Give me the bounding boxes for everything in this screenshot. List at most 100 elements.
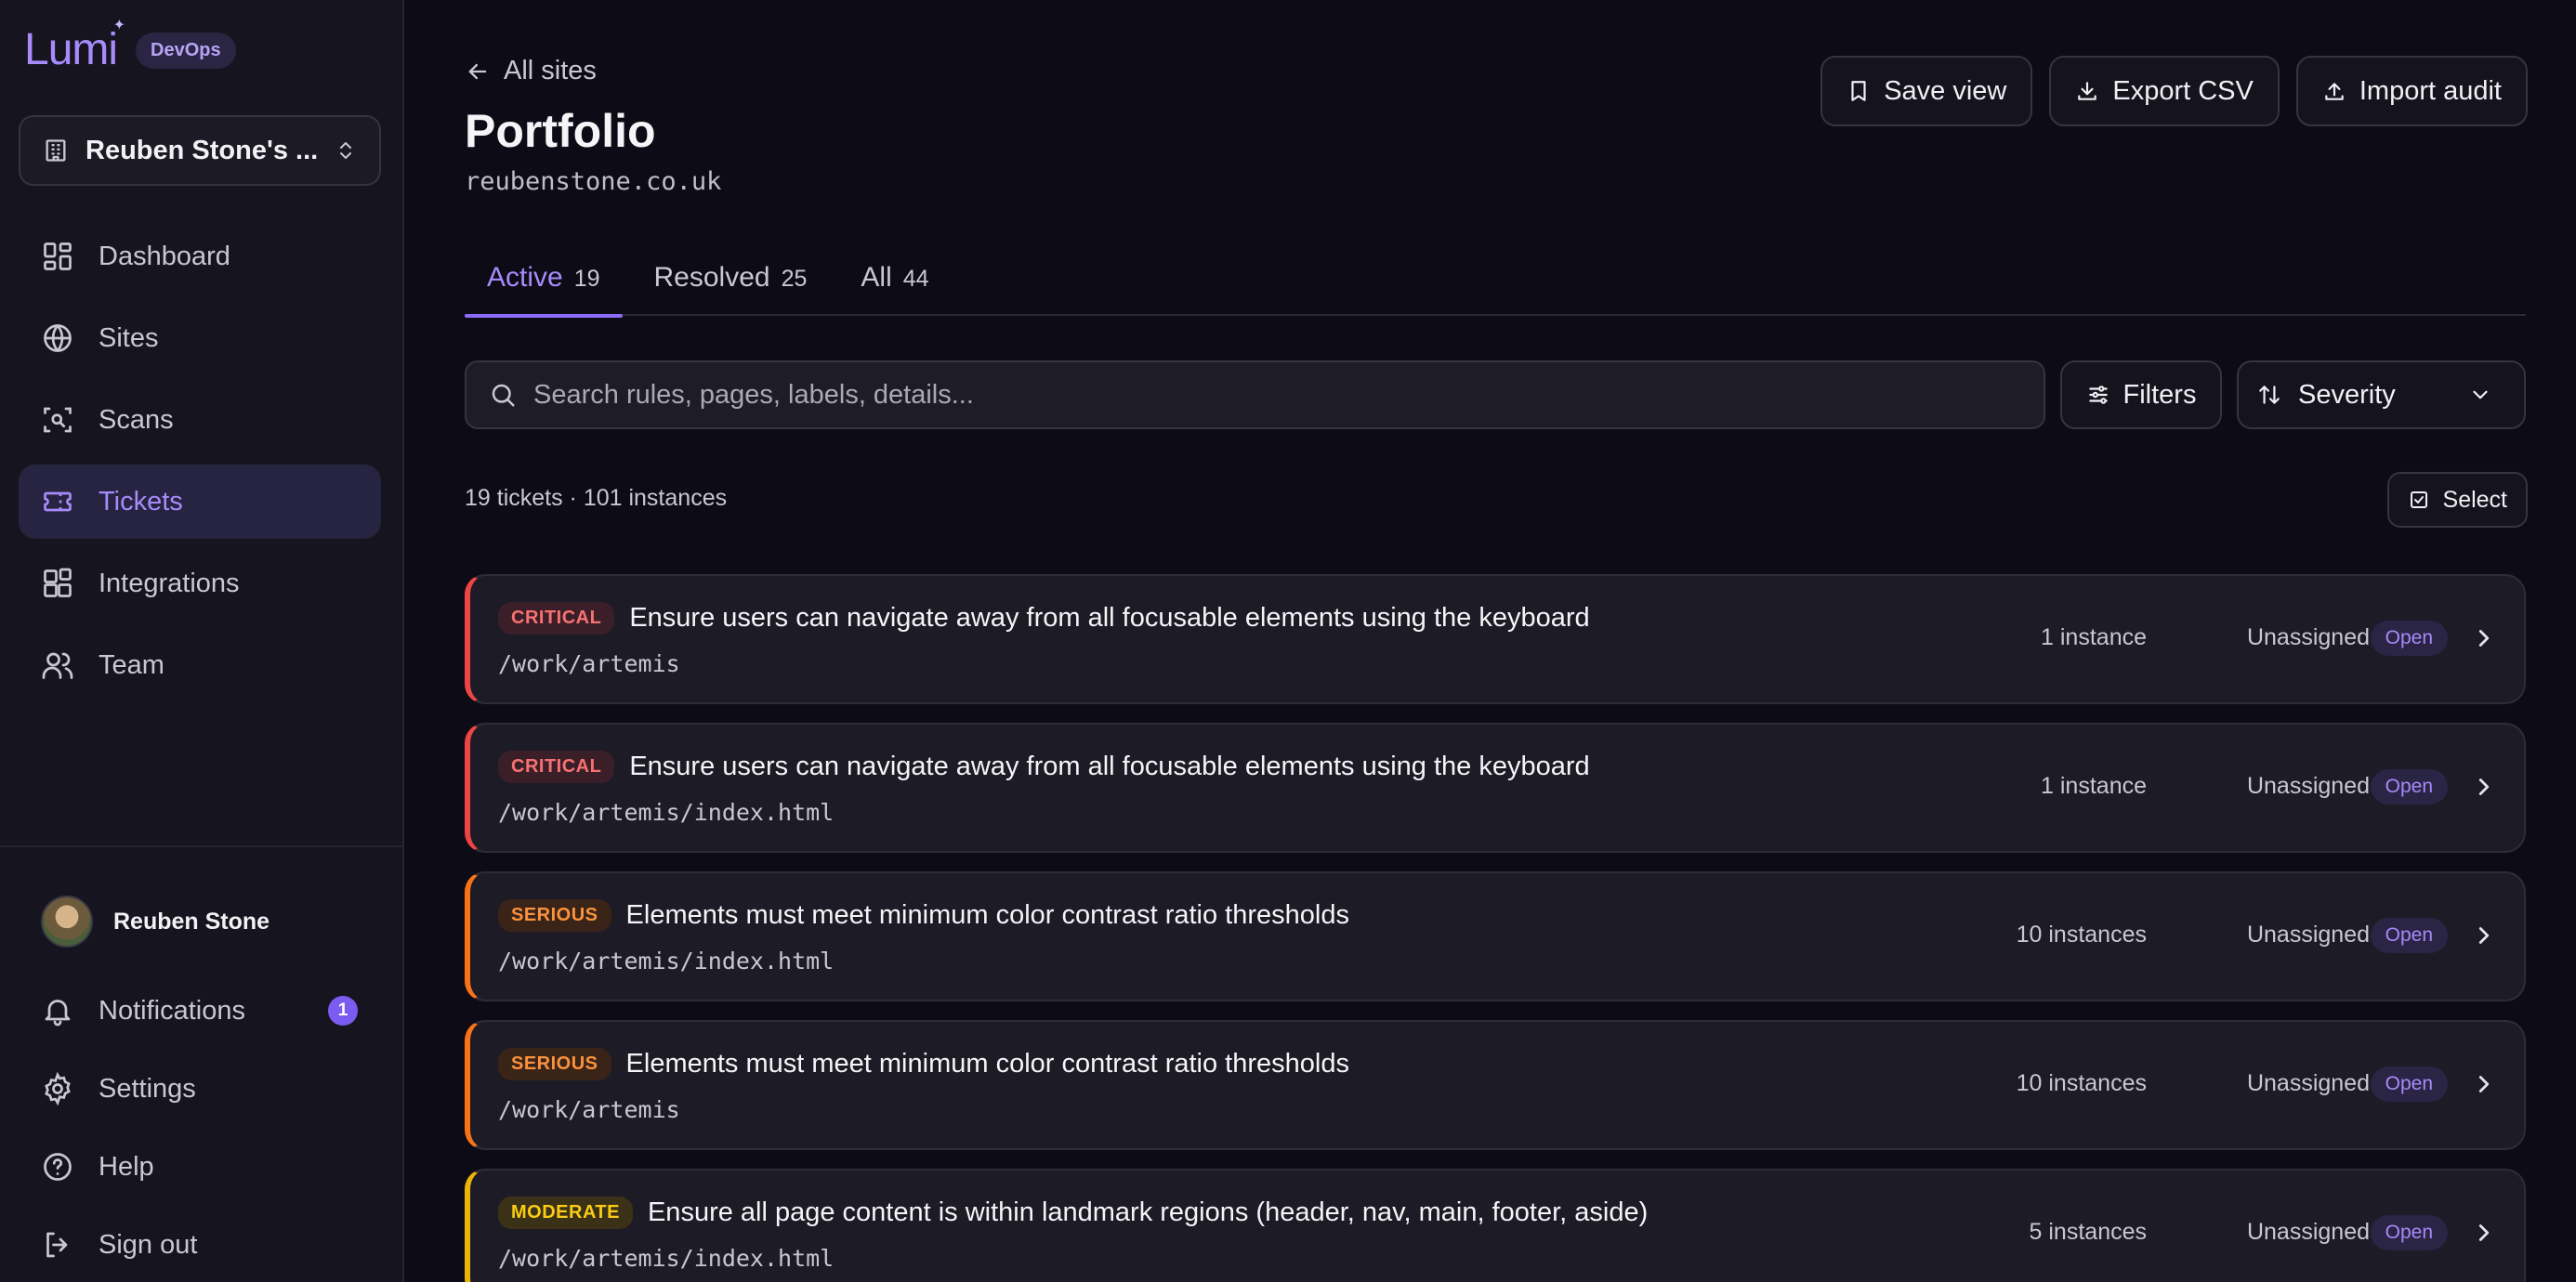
ticket-title: Ensure users can navigate away from all … <box>629 603 1590 633</box>
bell-icon <box>45 1000 71 1027</box>
nav-item-integrations[interactable]: Integrations <box>19 546 381 621</box>
severity-badge: CRITICAL <box>498 602 615 634</box>
import-audit-button[interactable]: Import audit <box>2295 56 2528 126</box>
main-content: All sites Portfolio reubenstone.co.uk Sa… <box>404 0 2576 1282</box>
ticket-row[interactable]: SERIOUS Elements must meet minimum color… <box>465 871 2526 1001</box>
nav-label: Scans <box>99 404 174 435</box>
sign-out-icon <box>46 1232 68 1258</box>
export-csv-label: Export CSV <box>2112 75 2254 106</box>
nav-label: Team <box>99 649 164 680</box>
dashboard-icon <box>44 242 72 270</box>
severity-badge: SERIOUS <box>498 1048 611 1080</box>
ticket-icon <box>44 491 72 512</box>
severity-badge: CRITICAL <box>498 751 615 783</box>
ticket-toolbar: Filters Severity <box>465 360 2526 429</box>
tab-resolved[interactable]: Resolved 25 <box>632 249 830 316</box>
avatar <box>41 896 93 948</box>
organization-switcher[interactable]: Reuben Stone's ... <box>19 115 381 186</box>
integrations-icon <box>44 568 72 597</box>
help-label: Help <box>99 1151 154 1182</box>
status-badge: Open <box>2370 1066 2448 1102</box>
sparkle-icon: ✦ <box>112 18 125 33</box>
ticket-tabs: Active 19 Resolved 25 All 44 <box>465 249 2526 318</box>
ticket-path: /work/artemis/index.html <box>498 799 835 826</box>
filters-button[interactable]: Filters <box>2060 360 2222 429</box>
nav-item-tickets[interactable]: Tickets <box>19 464 381 539</box>
tab-label: Resolved <box>653 262 770 293</box>
nav-item-scans[interactable]: Scans <box>19 383 381 457</box>
logo-text: Lumi <box>24 25 118 74</box>
sort-select[interactable]: Severity <box>2237 360 2526 429</box>
ticket-row[interactable]: SERIOUS Elements must meet minimum color… <box>465 1020 2526 1150</box>
ticket-row[interactable]: MODERATE Ensure all page content is with… <box>465 1169 2526 1282</box>
upload-icon <box>2325 83 2344 100</box>
select-button[interactable]: Select <box>2386 472 2528 528</box>
chevron-right-icon <box>2478 630 2490 647</box>
ticket-row[interactable]: CRITICAL Ensure users can navigate away … <box>465 574 2526 704</box>
ticket-title: Ensure all page content is within landma… <box>647 1197 1649 1227</box>
building-icon <box>46 139 66 162</box>
ticket-path: /work/artemis <box>498 650 680 677</box>
status-badge: Open <box>2370 918 2448 953</box>
checkbox-icon <box>2410 491 2427 508</box>
severity-badge: MODERATE <box>498 1197 633 1229</box>
search-icon <box>492 384 515 407</box>
tab-count: 25 <box>781 266 808 292</box>
site-domain: reubenstone.co.uk <box>465 167 722 196</box>
ticket-path: /work/artemis/index.html <box>498 1245 835 1272</box>
import-audit-label: Import audit <box>2359 75 2502 106</box>
help-icon <box>44 1153 72 1181</box>
sort-arrows-icon <box>2259 386 2280 404</box>
export-csv-button[interactable]: Export CSV <box>2049 56 2280 126</box>
main-nav: Dashboard Sites Scans Tickets Integratio… <box>19 219 381 710</box>
instance-count: 1 instance <box>2041 773 2147 799</box>
settings-link[interactable]: Settings <box>0 1050 402 1128</box>
header-actions: Save view Export CSV Import audit <box>1820 56 2528 126</box>
instance-count: 1 instance <box>2041 624 2147 650</box>
globe-icon <box>44 324 72 352</box>
logo[interactable]: Lumi ✦ <box>24 19 125 74</box>
assignee: Unassigned <box>2246 624 2370 650</box>
settings-label: Settings <box>99 1073 196 1104</box>
back-to-all-sites-link[interactable]: All sites <box>465 56 597 86</box>
nav-label: Sites <box>99 322 159 353</box>
nav-item-sites[interactable]: Sites <box>19 301 381 375</box>
tab-all[interactable]: All 44 <box>838 249 951 316</box>
nav-item-dashboard[interactable]: Dashboard <box>19 219 381 294</box>
chevron-down-icon <box>2473 390 2488 399</box>
brand: Lumi ✦ DevOps <box>24 19 236 74</box>
save-view-button[interactable]: Save view <box>1820 56 2033 126</box>
tab-label: All <box>861 262 892 293</box>
assignee: Unassigned <box>2246 922 2370 948</box>
sidebar-footer: Reuben Stone Notifications 1 Settings He… <box>0 845 402 1282</box>
tab-active[interactable]: Active 19 <box>465 249 623 318</box>
status-badge: Open <box>2370 769 2448 805</box>
instance-count: 10 instances <box>2016 922 2147 948</box>
assignee: Unassigned <box>2246 1070 2370 1096</box>
nav-item-team[interactable]: Team <box>19 628 381 702</box>
gear-icon <box>45 1072 71 1105</box>
sign-out-label: Sign out <box>99 1229 198 1260</box>
download-icon <box>2078 82 2097 100</box>
ticket-list: CRITICAL Ensure users can navigate away … <box>465 574 2526 1282</box>
user-profile[interactable]: Reuben Stone <box>0 881 402 962</box>
help-link[interactable]: Help <box>0 1128 402 1206</box>
ticket-path: /work/artemis/index.html <box>498 948 835 975</box>
chevron-right-icon <box>2478 927 2490 944</box>
back-link-label: All sites <box>504 56 597 85</box>
notifications-link[interactable]: Notifications 1 <box>0 972 402 1050</box>
sign-out-link[interactable]: Sign out <box>0 1206 402 1282</box>
chevron-up-down-icon <box>340 142 351 159</box>
nav-label: Tickets <box>99 486 183 517</box>
environment-badge: DevOps <box>136 32 236 69</box>
sliders-icon <box>2088 386 2108 404</box>
search-input[interactable] <box>533 379 2021 411</box>
ticket-title: Ensure users can navigate away from all … <box>629 752 1590 781</box>
save-view-label: Save view <box>1884 75 2007 106</box>
ticket-path: /work/artemis <box>498 1096 680 1123</box>
ticket-title: Elements must meet minimum color contras… <box>625 900 1349 930</box>
instance-count: 5 instances <box>2029 1219 2147 1245</box>
page-title: Portfolio <box>465 105 656 157</box>
team-icon <box>42 652 73 679</box>
ticket-row[interactable]: CRITICAL Ensure users can navigate away … <box>465 723 2526 853</box>
